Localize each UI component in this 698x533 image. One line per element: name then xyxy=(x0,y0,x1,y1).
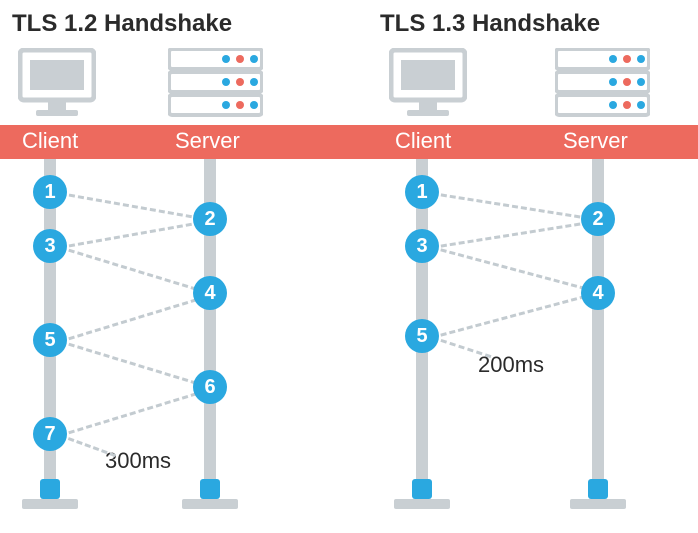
message-line xyxy=(60,296,206,343)
step-circle: 1 xyxy=(33,175,67,209)
message-line xyxy=(432,192,598,221)
step-circle: 5 xyxy=(33,323,67,357)
message-line xyxy=(59,434,115,457)
message-line xyxy=(432,220,598,249)
message-line xyxy=(432,246,595,292)
step-circle: 3 xyxy=(405,229,439,263)
step-circle: 5 xyxy=(405,319,439,353)
client-label-left: Client xyxy=(22,128,78,154)
title-left: TLS 1.2 Handshake xyxy=(12,10,232,38)
server-label-left: Server xyxy=(175,128,240,154)
step-circle: 7 xyxy=(33,417,67,451)
message-line xyxy=(60,246,206,293)
message-line xyxy=(60,192,210,221)
timing-left: 300ms xyxy=(105,448,171,474)
message-line xyxy=(60,220,210,249)
step-circle: 6 xyxy=(193,370,227,404)
message-line xyxy=(60,390,206,437)
client-label-right: Client xyxy=(395,128,451,154)
step-circle: 3 xyxy=(33,229,67,263)
server-rack-icon xyxy=(168,48,263,123)
step-circle: 2 xyxy=(193,202,227,236)
title-right: TLS 1.3 Handshake xyxy=(380,10,600,38)
server-label-right: Server xyxy=(563,128,628,154)
monitor-icon xyxy=(18,48,96,123)
message-line xyxy=(60,340,206,387)
message-line xyxy=(432,336,492,358)
step-circle: 1 xyxy=(405,175,439,209)
step-circle: 2 xyxy=(581,202,615,236)
monitor-icon xyxy=(389,48,467,123)
server-rack-icon xyxy=(555,48,650,123)
step-circle: 4 xyxy=(581,276,615,310)
step-circle: 4 xyxy=(193,276,227,310)
message-line xyxy=(432,293,595,339)
